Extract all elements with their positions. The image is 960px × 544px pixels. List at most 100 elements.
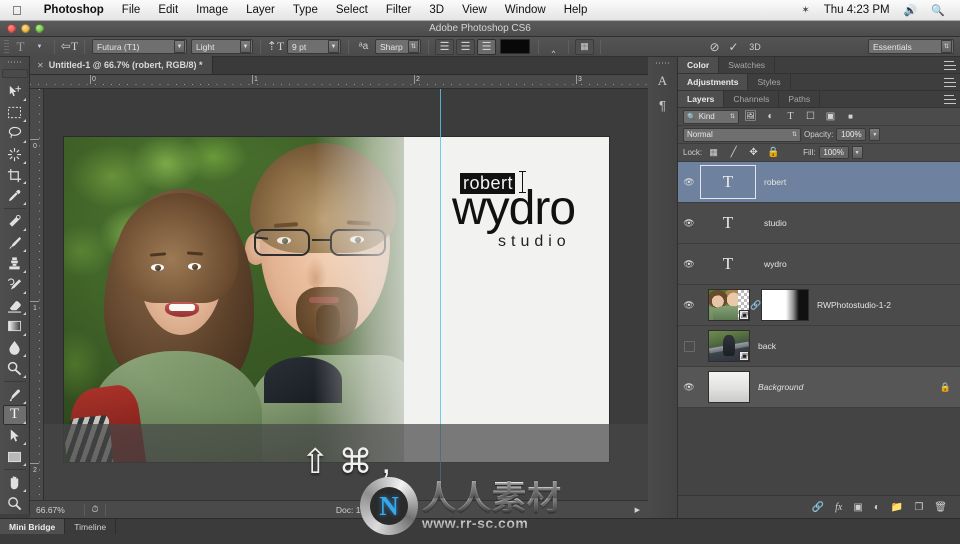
- pen-tool[interactable]: [3, 384, 27, 405]
- adjustment-layer-icon[interactable]: ◐: [874, 502, 880, 513]
- layer-visibility-icon[interactable]: 👁: [678, 300, 700, 311]
- text-orientation-icon[interactable]: ⇦T: [60, 39, 79, 55]
- adjustment-layer-filter-icon[interactable]: ◐: [762, 109, 779, 124]
- layer-thumbnail-type[interactable]: T: [700, 165, 756, 199]
- table-row[interactable]: 👁 Background 🔒: [678, 367, 960, 408]
- logo-text-wydro[interactable]: wydro: [452, 185, 576, 233]
- font-family-select[interactable]: Futura (T1) ▼: [92, 39, 187, 54]
- layer-thumbnail-type[interactable]: T: [700, 254, 756, 274]
- blend-mode-select[interactable]: Normal ⇅: [683, 127, 801, 142]
- layer-visibility-toggle[interactable]: [678, 340, 700, 352]
- menu-item-filter[interactable]: Filter: [377, 4, 421, 16]
- brush-tool[interactable]: [3, 232, 27, 253]
- align-left-icon[interactable]: ☰: [435, 38, 454, 55]
- chevron-updown-icon[interactable]: ⇅: [408, 40, 419, 53]
- menu-item-view[interactable]: View: [453, 4, 496, 16]
- table-row[interactable]: 👁 T studio: [678, 203, 960, 244]
- tab-timeline[interactable]: Timeline: [65, 519, 117, 534]
- text-color-swatch[interactable]: [500, 39, 530, 54]
- layer-visibility-icon[interactable]: 👁: [678, 382, 700, 393]
- link-layers-icon[interactable]: 🔗: [812, 502, 824, 513]
- gradient-tool[interactable]: [3, 316, 27, 337]
- new-group-icon[interactable]: 📁: [891, 502, 903, 513]
- type-layer-filter-icon[interactable]: T: [782, 109, 799, 124]
- menu-item-3d[interactable]: 3D: [420, 4, 453, 16]
- menu-item-window[interactable]: Window: [496, 4, 555, 16]
- layer-name[interactable]: wydro: [756, 259, 960, 269]
- menu-item-edit[interactable]: Edit: [149, 4, 187, 16]
- layer-visibility-icon[interactable]: 👁: [678, 218, 700, 229]
- add-mask-icon[interactable]: ▣: [853, 502, 862, 513]
- logo-text-studio[interactable]: studio: [498, 233, 571, 251]
- status-menu-arrow-icon[interactable]: ▶: [635, 506, 648, 514]
- path-selection-tool[interactable]: [3, 425, 27, 446]
- chevron-down-icon[interactable]: ▼: [328, 40, 339, 53]
- font-size-select[interactable]: 9 pt ▼: [287, 39, 341, 54]
- pixel-layer-filter-icon[interactable]: 🖼: [742, 109, 759, 124]
- lock-all-icon[interactable]: 🔒: [765, 145, 782, 160]
- smart-object-filter-icon[interactable]: ▣: [822, 109, 839, 124]
- tab-swatches[interactable]: Swatches: [719, 57, 776, 73]
- table-row[interactable]: 👁 ▣ 🔗 RWPhotostudio-1-2: [678, 285, 960, 326]
- tab-mini-bridge[interactable]: Mini Bridge: [0, 519, 66, 534]
- clone-stamp-tool[interactable]: [3, 253, 27, 274]
- toolbox-grip[interactable]: [7, 59, 22, 66]
- layer-mask-thumbnail[interactable]: [761, 289, 809, 321]
- mask-link-icon[interactable]: 🔗: [750, 300, 761, 311]
- tab-color[interactable]: Color: [678, 57, 720, 73]
- vertical-ruler[interactable]: 0 1 2: [30, 89, 44, 500]
- chevron-down-icon[interactable]: ▼: [174, 40, 185, 53]
- tab-channels[interactable]: Channels: [724, 91, 780, 107]
- layer-thumbnail-image[interactable]: ▣: [708, 330, 750, 362]
- healing-brush-tool[interactable]: [3, 211, 27, 232]
- chevron-updown-icon[interactable]: ⇅: [792, 131, 797, 138]
- search-icon[interactable]: 🔍: [924, 4, 952, 17]
- chevron-updown-icon[interactable]: ⇅: [941, 40, 952, 53]
- warp-text-icon[interactable]: ‸: [544, 39, 563, 55]
- layer-name[interactable]: Background: [750, 382, 940, 392]
- align-center-icon[interactable]: ☰: [456, 38, 475, 55]
- logo-text-group[interactable]: robert wydro studio: [452, 171, 604, 263]
- marquee-tool[interactable]: [3, 102, 27, 123]
- history-brush-tool[interactable]: [3, 274, 27, 295]
- layer-name[interactable]: studio: [756, 218, 960, 228]
- shape-layer-filter-icon[interactable]: ☐: [802, 109, 819, 124]
- eraser-tool[interactable]: [3, 295, 27, 316]
- menu-item-layer[interactable]: Layer: [237, 4, 284, 16]
- bluetooth-icon[interactable]: ✶: [794, 5, 816, 16]
- layer-visibility-icon[interactable]: 👁: [678, 259, 700, 270]
- menu-item-type[interactable]: Type: [284, 4, 327, 16]
- type-tool-icon[interactable]: T: [11, 39, 30, 55]
- layer-style-fx-icon[interactable]: fx: [835, 502, 842, 513]
- document-tab[interactable]: ✕ Untitled-1 @ 66.7% (robert, RGB/8) *: [30, 56, 213, 74]
- new-layer-icon[interactable]: ❐: [914, 502, 923, 513]
- minimize-window-button[interactable]: [21, 24, 30, 33]
- delete-layer-icon[interactable]: 🗑: [934, 502, 947, 513]
- panel-menu-icon[interactable]: [944, 78, 956, 87]
- volume-icon[interactable]: 🔊: [897, 4, 925, 17]
- three-d-label[interactable]: 3D: [743, 39, 767, 55]
- eyedropper-tool[interactable]: [3, 185, 27, 206]
- tool-preset-chevron-down-icon[interactable]: ▼: [30, 39, 49, 55]
- move-tool[interactable]: [3, 81, 27, 102]
- tab-styles[interactable]: Styles: [748, 74, 791, 90]
- dodge-tool[interactable]: [3, 358, 27, 379]
- apple-icon[interactable]: : [12, 4, 22, 17]
- paragraph-panel-icon[interactable]: ¶: [652, 94, 674, 116]
- layer-visibility-icon[interactable]: 👁: [678, 177, 700, 188]
- tab-adjustments[interactable]: Adjustments: [678, 74, 749, 90]
- menu-item-help[interactable]: Help: [555, 4, 597, 16]
- menu-item-select[interactable]: Select: [327, 4, 377, 16]
- close-tab-icon[interactable]: ✕: [37, 61, 44, 70]
- layer-name[interactable]: RWPhotostudio-1-2: [809, 300, 960, 310]
- lock-transparent-pixels-icon[interactable]: ▦: [705, 145, 722, 160]
- tab-paths[interactable]: Paths: [779, 91, 821, 107]
- blur-tool[interactable]: [3, 337, 27, 358]
- magic-wand-tool[interactable]: [3, 144, 27, 165]
- layer-thumbnail-image[interactable]: [708, 371, 750, 403]
- tab-layers[interactable]: Layers: [678, 91, 725, 107]
- type-tool[interactable]: T: [2, 404, 27, 426]
- lasso-tool[interactable]: [3, 123, 27, 144]
- character-paragraph-panels-icon[interactable]: ▦: [575, 38, 594, 55]
- align-right-icon[interactable]: ☰: [477, 38, 496, 55]
